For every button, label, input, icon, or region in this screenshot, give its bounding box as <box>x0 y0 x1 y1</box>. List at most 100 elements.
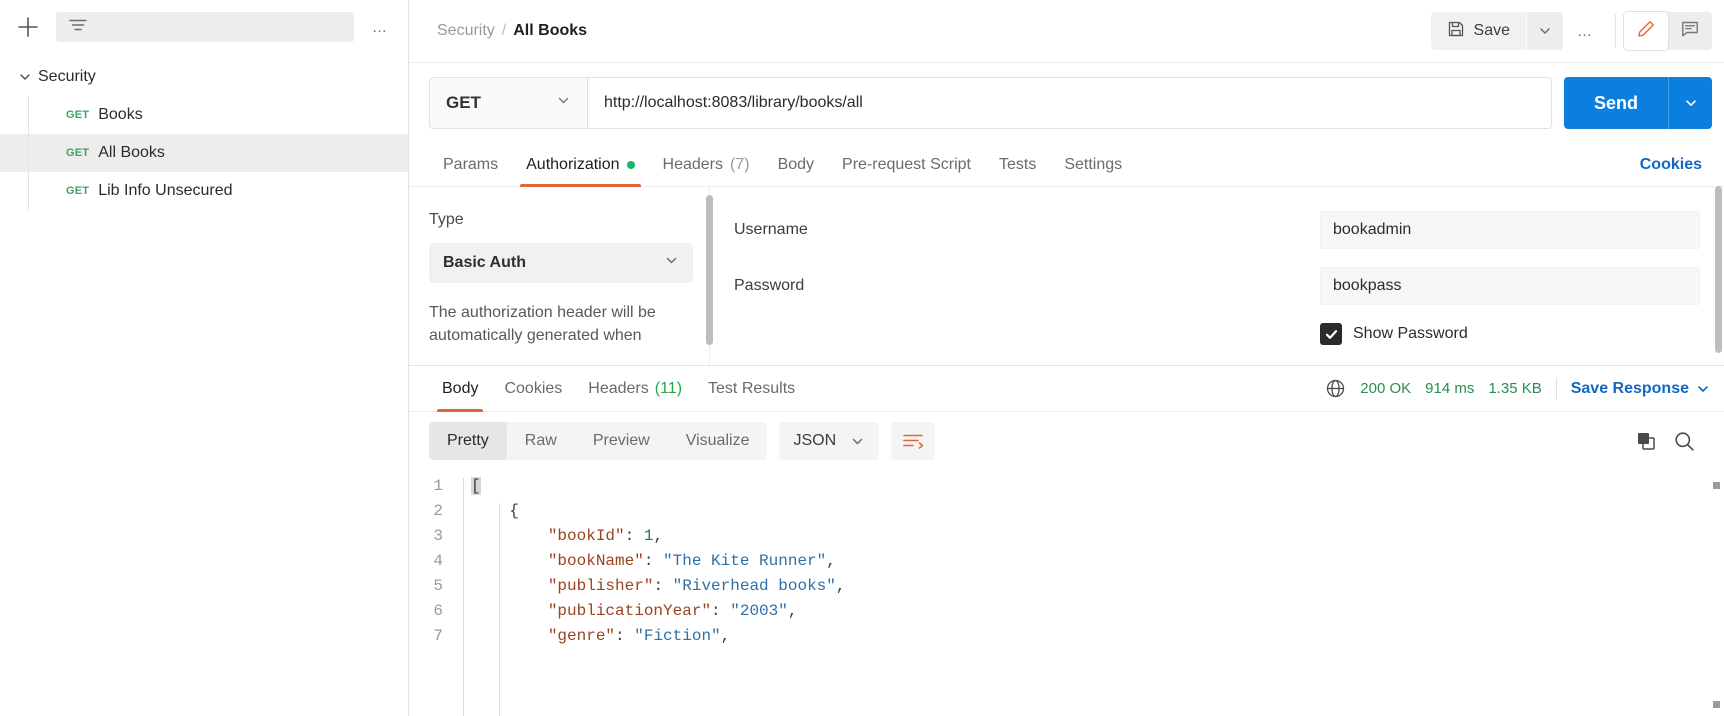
code-token: "bookName" <box>547 552 644 570</box>
save-group: Save <box>1430 12 1563 50</box>
chevron-down-icon <box>1698 385 1708 392</box>
sidebar-item-label: Lib Info Unsecured <box>98 182 233 199</box>
tab-label: Cookies <box>504 379 563 397</box>
search-icon[interactable] <box>1673 430 1696 453</box>
format-select[interactable]: JSON <box>779 422 880 460</box>
line-number-gutter: 1 2 3 4 5 6 7 <box>409 474 453 716</box>
copy-icon[interactable] <box>1635 430 1657 452</box>
sidebar-folder-security[interactable]: Security <box>0 58 408 96</box>
chevron-down-icon <box>12 70 38 84</box>
show-password-checkbox[interactable] <box>1320 323 1342 345</box>
code-token: : <box>711 602 731 620</box>
page-title: All Books <box>513 22 588 39</box>
url-input[interactable]: http://localhost:8083/library/books/all <box>588 78 1551 128</box>
tab-pre-request-script[interactable]: Pre-request Script <box>828 143 985 187</box>
save-button[interactable]: Save <box>1430 12 1526 50</box>
pencil-icon <box>1636 19 1656 44</box>
sidebar-item-label: Books <box>98 106 143 123</box>
response-actions <box>1635 430 1706 453</box>
main-panel-scrollbar[interactable] <box>1715 186 1722 316</box>
tab-settings[interactable]: Settings <box>1050 143 1136 187</box>
globe-icon <box>1325 378 1346 399</box>
plus-icon[interactable] <box>8 7 48 47</box>
code-token: , <box>835 577 846 595</box>
tab-tests[interactable]: Tests <box>985 143 1050 187</box>
sidebar-item-books[interactable]: GET Books <box>0 96 408 134</box>
sidebar-item-all-books[interactable]: GET All Books <box>0 134 408 172</box>
tab-headers[interactable]: Headers (7) <box>649 143 764 187</box>
code-body[interactable]: [ { "bookId": 1, "bookName": "The Kite R… <box>453 474 1724 716</box>
edit-button[interactable] <box>1624 12 1668 50</box>
floppy-disk-icon <box>1447 20 1465 43</box>
save-dropdown-button[interactable] <box>1527 12 1563 50</box>
breadcrumb-parent[interactable]: Security <box>437 22 495 40</box>
code-token: , <box>653 527 664 545</box>
response-meta: 200 OK 914 ms 1.35 KB Save Response <box>1325 377 1710 400</box>
comment-button[interactable] <box>1668 12 1712 50</box>
tab-authorization[interactable]: Authorization <box>512 143 648 187</box>
auth-type-label: Type <box>429 211 464 228</box>
chevron-down-icon <box>852 438 863 444</box>
password-input[interactable]: bookpass <box>1320 267 1700 305</box>
view-mode-pretty[interactable]: Pretty <box>429 422 507 460</box>
chevron-down-icon <box>664 253 679 273</box>
tab-label: Params <box>443 155 499 173</box>
response-time: 914 ms <box>1425 380 1475 397</box>
method-badge: GET <box>66 147 90 159</box>
view-mode-group: Pretty Raw Preview Visualize <box>429 422 768 460</box>
username-label: Username <box>734 221 808 238</box>
code-scroll-marker-top[interactable] <box>1713 482 1720 489</box>
tab-label: Body <box>777 155 815 173</box>
response-tab-test-results[interactable]: Test Results <box>695 366 808 412</box>
response-toolbar: Pretty Raw Preview Visualize JSON <box>409 412 1724 470</box>
text-wrap-icon[interactable] <box>891 422 936 460</box>
code-line: [ <box>471 474 1724 499</box>
search-input[interactable] <box>56 12 354 42</box>
tab-label: Headers <box>662 155 723 173</box>
code-line: "publicationYear": "2003", <box>471 599 1724 624</box>
tab-label: Settings <box>1064 155 1123 173</box>
line-number: 4 <box>433 552 443 570</box>
line-number: 6 <box>433 602 443 620</box>
response-tab-headers[interactable]: Headers (11) <box>575 366 695 412</box>
save-response-button[interactable]: Save Response <box>1571 380 1710 398</box>
filter-icon <box>68 17 88 38</box>
response-tab-cookies[interactable]: Cookies <box>491 366 575 412</box>
code-line: "bookName": "The Kite Runner", <box>471 549 1724 574</box>
view-mode-preview[interactable]: Preview <box>575 422 668 460</box>
method-select-value: GET <box>446 93 481 112</box>
sidebar-more-icon[interactable]: … <box>362 9 398 45</box>
code-token: , <box>787 602 798 620</box>
send-button[interactable]: Send <box>1563 77 1668 129</box>
view-mode-visualize[interactable]: Visualize <box>668 422 768 460</box>
response-body-code[interactable]: 1 2 3 4 5 6 7 [ { "bookId": 1, "bookName… <box>409 470 1724 716</box>
auth-type-select[interactable]: Basic Auth <box>429 243 693 283</box>
code-token: { <box>509 502 520 520</box>
sidebar-item-lib-info-unsecured[interactable]: GET Lib Info Unsecured <box>0 172 408 210</box>
tab-label: Test Results <box>708 379 796 397</box>
chevron-down-icon <box>556 93 571 113</box>
line-number: 1 <box>433 477 443 495</box>
code-line: "publisher": "Riverhead books", <box>471 574 1724 599</box>
chevron-down-icon <box>1540 28 1550 34</box>
comment-icon <box>1680 19 1700 44</box>
tab-label: Pre-request Script <box>842 155 971 173</box>
send-dropdown-button[interactable] <box>1668 77 1712 129</box>
view-mode-raw[interactable]: Raw <box>507 422 575 460</box>
format-select-value: JSON <box>793 432 837 449</box>
method-badge: GET <box>66 185 90 197</box>
cookies-link[interactable]: Cookies <box>1640 156 1708 174</box>
username-input[interactable]: bookadmin <box>1320 211 1700 249</box>
tab-body[interactable]: Body <box>764 143 828 187</box>
url-row: GET http://localhost:8083/library/books/… <box>409 63 1724 143</box>
code-line: "bookId": 1, <box>471 524 1724 549</box>
tab-params[interactable]: Params <box>429 143 512 187</box>
response-panel: Body Cookies Headers (11) Test Results 2… <box>409 365 1724 716</box>
header-more-icon[interactable]: … <box>1563 12 1607 50</box>
sidebar-folder-label: Security <box>38 68 96 85</box>
show-password-label[interactable]: Show Password <box>1353 325 1468 343</box>
response-tab-body[interactable]: Body <box>429 366 491 412</box>
show-password-row: Show Password <box>734 323 1700 345</box>
method-select[interactable]: GET <box>430 78 588 128</box>
code-scroll-marker-bottom[interactable] <box>1713 701 1720 708</box>
